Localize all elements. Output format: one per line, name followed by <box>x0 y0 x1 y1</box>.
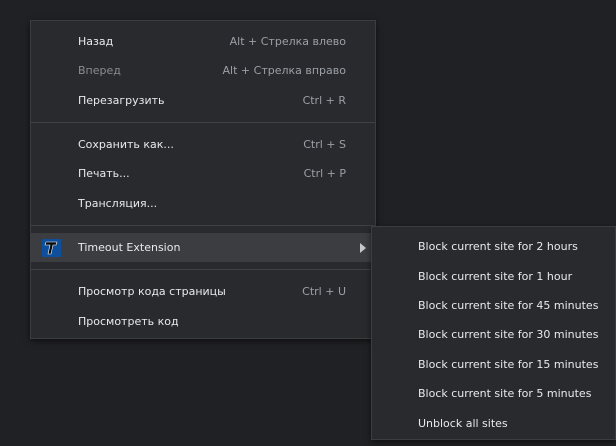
menu-item-back[interactable]: Назад Alt + Стрелка влево <box>31 27 375 56</box>
menu-item-shortcut: Alt + Стрелка влево <box>229 35 346 49</box>
submenu-item-block-1-hour[interactable]: Block current site for 1 hour <box>372 261 615 290</box>
menu-separator <box>31 121 375 123</box>
menu-item-label: Просмотреть код <box>78 314 179 328</box>
menu-item-shortcut: Ctrl + S <box>303 138 346 152</box>
menu-item-save-as[interactable]: Сохранить как... Ctrl + S <box>31 130 375 159</box>
menu-item-shortcut: Ctrl + R <box>302 93 346 107</box>
timeout-extension-icon <box>42 238 61 257</box>
submenu-item-block-15-minutes[interactable]: Block current site for 15 minutes <box>372 350 615 379</box>
menu-item-forward[interactable]: Вперед Alt + Стрелка вправо <box>31 56 375 85</box>
submenu-item-block-45-minutes[interactable]: Block current site for 45 minutes <box>372 291 615 320</box>
menu-item-label: Просмотр кода страницы <box>78 285 226 299</box>
extension-submenu: Block current site for 2 hours Block cur… <box>371 226 616 440</box>
menu-item-label: Timeout Extension <box>78 240 181 254</box>
submenu-item-unblock-all[interactable]: Unblock all sites <box>372 408 615 437</box>
menu-item-reload[interactable]: Перезагрузить Ctrl + R <box>31 86 375 115</box>
menu-item-label: Вперед <box>78 64 121 78</box>
menu-separator <box>31 224 375 226</box>
menu-separator <box>31 269 375 271</box>
submenu-item-block-30-minutes[interactable]: Block current site for 30 minutes <box>372 320 615 349</box>
submenu-item-block-2-hours[interactable]: Block current site for 2 hours <box>372 232 615 261</box>
submenu-item-label: Block current site for 2 hours <box>418 240 578 254</box>
submenu-item-label: Unblock all sites <box>418 416 508 430</box>
submenu-item-label: Block current site for 30 minutes <box>418 328 599 342</box>
submenu-item-label: Block current site for 5 minutes <box>418 387 592 401</box>
menu-item-label: Сохранить как... <box>78 138 174 152</box>
submenu-item-label: Block current site for 15 minutes <box>418 357 599 371</box>
menu-item-shortcut: Ctrl + P <box>303 167 346 181</box>
menu-item-label: Печать... <box>78 167 130 181</box>
menu-item-cast[interactable]: Трансляция... <box>31 188 375 217</box>
menu-item-shortcut: Alt + Стрелка вправо <box>222 64 346 78</box>
context-menu: Назад Alt + Стрелка влево Вперед Alt + С… <box>30 20 376 339</box>
menu-item-print[interactable]: Печать... Ctrl + P <box>31 159 375 188</box>
menu-item-timeout-extension[interactable]: Timeout Extension <box>31 232 375 263</box>
submenu-item-block-5-minutes[interactable]: Block current site for 5 minutes <box>372 379 615 408</box>
menu-item-inspect[interactable]: Просмотреть код <box>31 306 375 335</box>
menu-item-label: Назад <box>78 35 114 49</box>
menu-item-label: Трансляция... <box>78 196 158 210</box>
menu-item-view-source[interactable]: Просмотр кода страницы Ctrl + U <box>31 277 375 306</box>
menu-item-shortcut: Ctrl + U <box>302 285 346 299</box>
submenu-arrow-icon <box>360 242 366 253</box>
menu-item-label: Перезагрузить <box>78 93 165 107</box>
submenu-item-label: Block current site for 45 minutes <box>418 298 599 312</box>
submenu-item-label: Block current site for 1 hour <box>418 269 573 283</box>
